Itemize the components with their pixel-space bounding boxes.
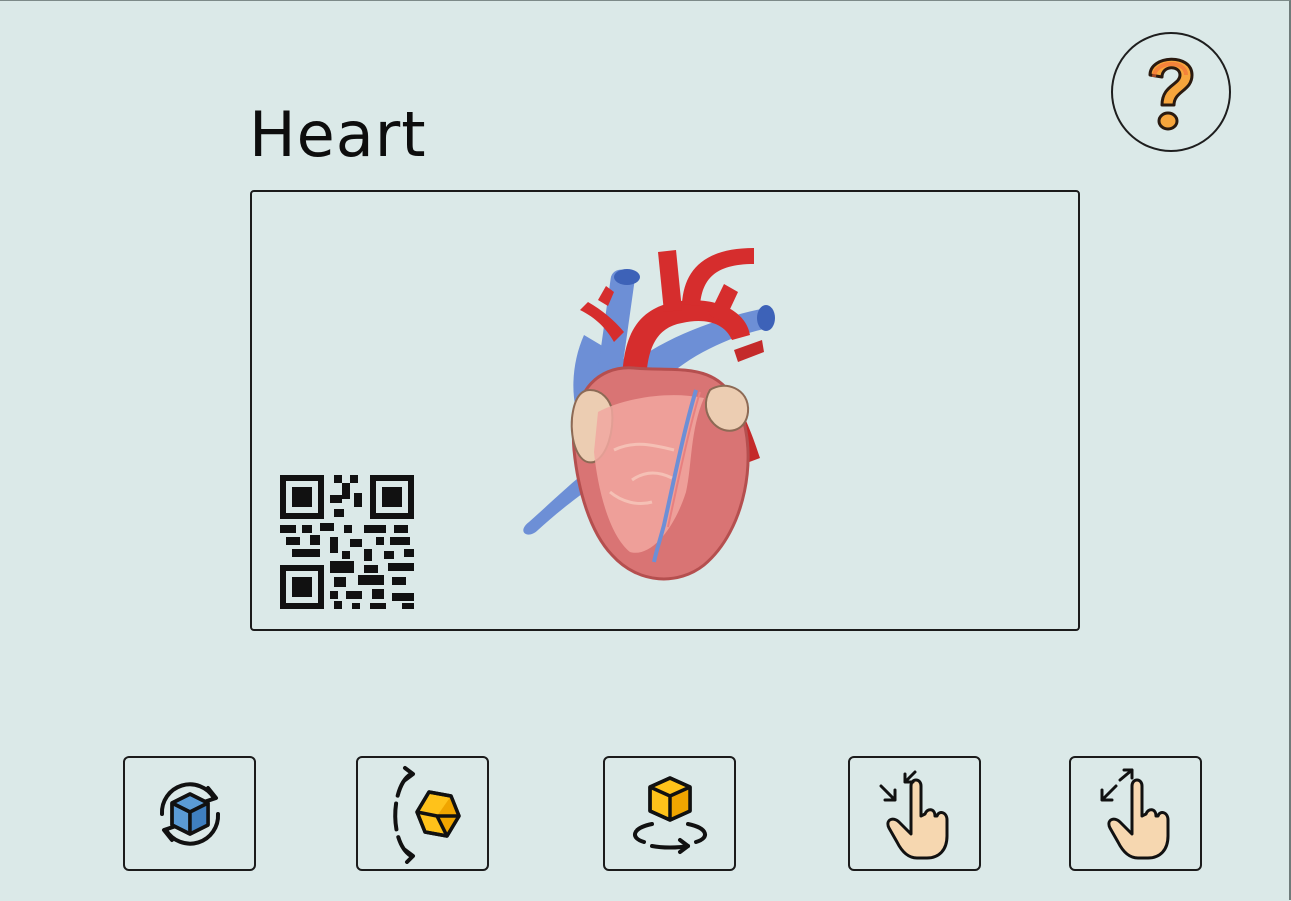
qr-code xyxy=(280,475,414,609)
flip-cube-icon xyxy=(392,765,461,864)
spread-button[interactable] xyxy=(1069,756,1202,871)
flip-button[interactable] xyxy=(356,756,489,871)
spread-zoom-out-icon xyxy=(1100,768,1169,859)
rotate-button[interactable] xyxy=(123,756,256,871)
question-mark-icon xyxy=(1148,57,1194,131)
rotate-cube-icon xyxy=(159,781,220,846)
page-title: Heart xyxy=(249,98,427,171)
heart-model[interactable] xyxy=(514,240,784,585)
turn-cube-icon xyxy=(632,775,707,854)
pinch-zoom-in-icon xyxy=(879,770,948,859)
help-button[interactable] xyxy=(1111,32,1231,152)
model-viewer[interactable] xyxy=(250,190,1080,631)
turn-button[interactable] xyxy=(603,756,736,871)
pinch-button[interactable] xyxy=(848,756,981,871)
